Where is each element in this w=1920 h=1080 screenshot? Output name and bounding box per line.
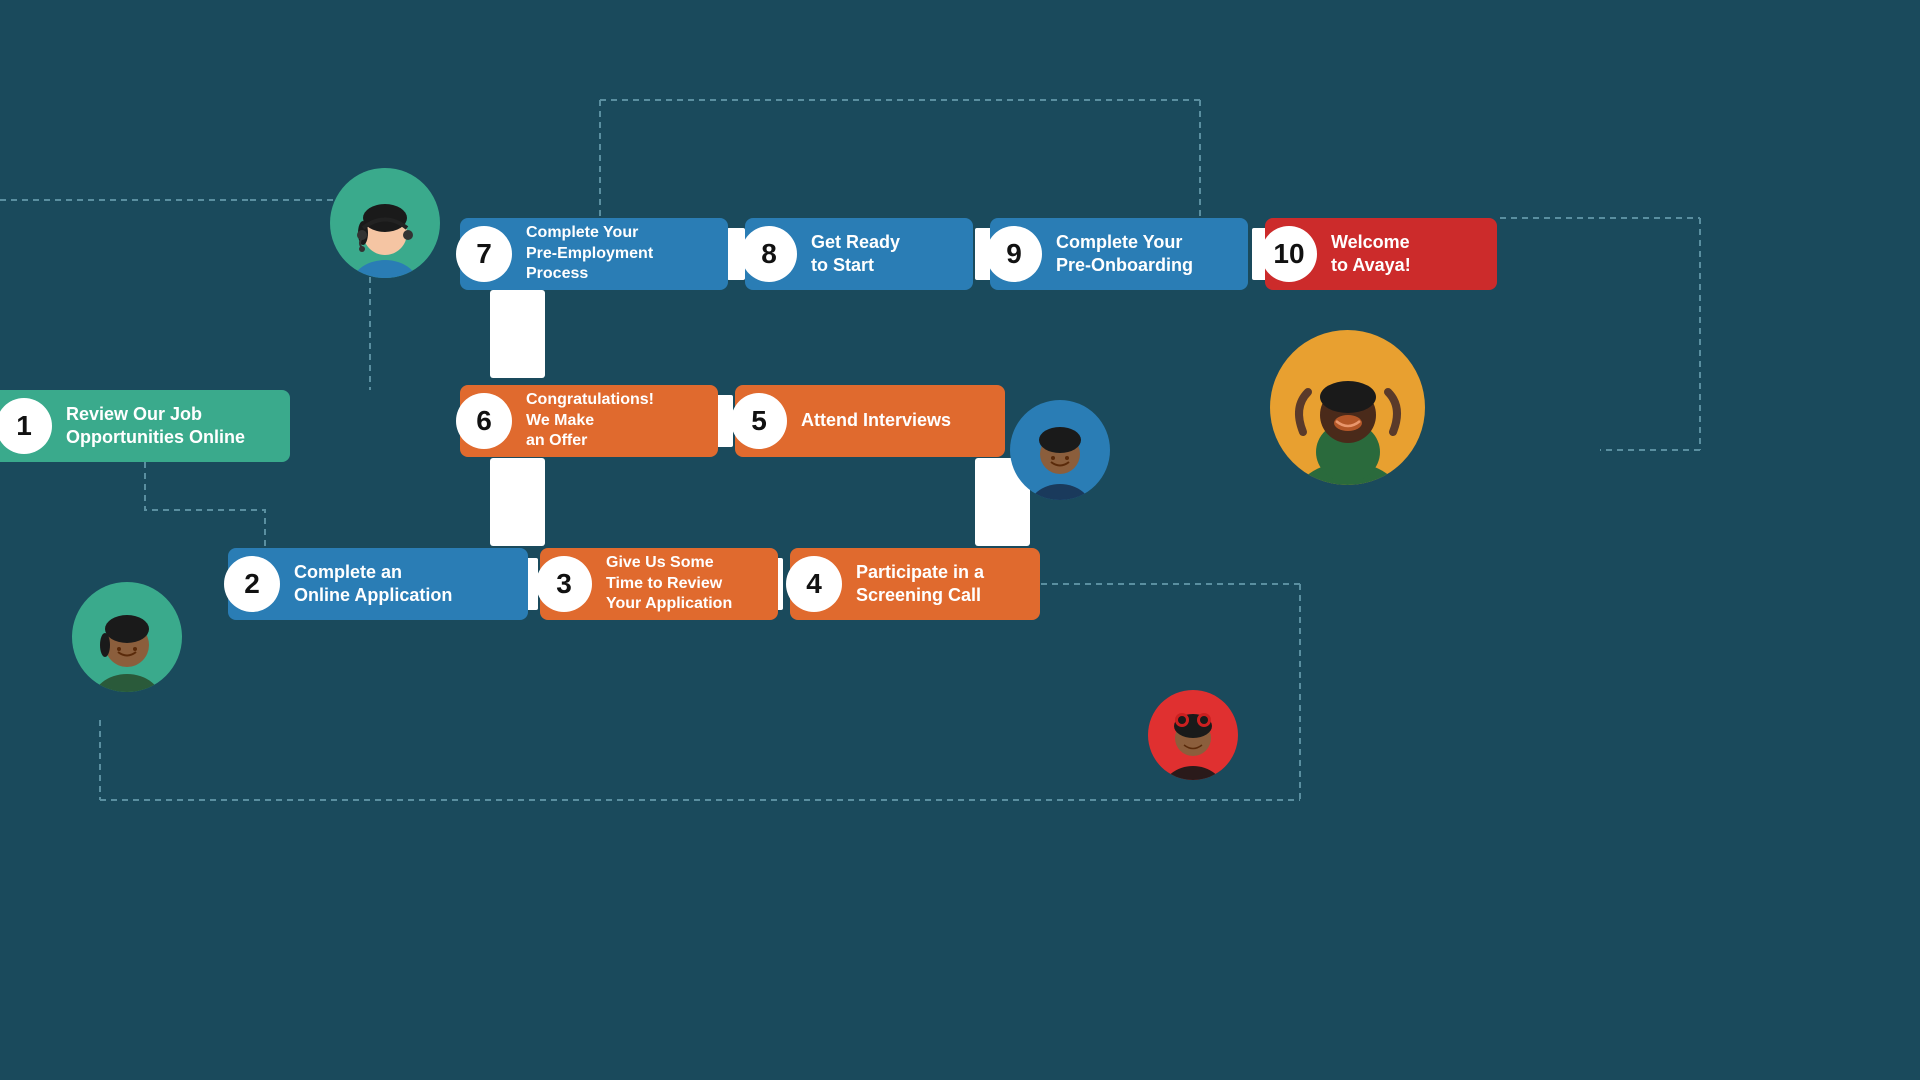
step-5-block: 5 Attend Interviews [735, 385, 1005, 457]
step-5-label: Attend Interviews [787, 409, 969, 432]
step-5-number: 5 [731, 393, 787, 449]
step-3-block: 3 Give Us Some Time to Review Your Appli… [540, 548, 778, 620]
avatar-celebrating [1270, 330, 1425, 485]
step-1-label: Review Our Job Opportunities Online [52, 403, 263, 450]
step-7-number: 7 [456, 226, 512, 282]
step-9-label: Complete Your Pre-Onboarding [1042, 231, 1211, 278]
avatar-headset [330, 168, 440, 278]
step-10-block: 10 Welcome to Avaya! [1265, 218, 1497, 290]
step-7-label: Complete Your Pre-Employment Process [512, 223, 671, 285]
step-3-label: Give Us Some Time to Review Your Applica… [592, 553, 750, 615]
step-10-label: Welcome to Avaya! [1317, 231, 1429, 278]
step-10-number: 10 [1261, 226, 1317, 282]
step-2-number: 2 [224, 556, 280, 612]
step-3-number: 3 [536, 556, 592, 612]
step-8-label: Get Ready to Start [797, 231, 918, 278]
step-4-label: Participate in a Screening Call [842, 561, 1002, 608]
step-6-label: Congratulations! We Make an Offer [512, 390, 672, 452]
step-7-block: 7 Complete Your Pre-Employment Process [460, 218, 728, 290]
step-2-label: Complete an Online Application [280, 561, 470, 608]
step-9-number: 9 [986, 226, 1042, 282]
step-8-number: 8 [741, 226, 797, 282]
step-1-block: 1 Review Our Job Opportunities Online [0, 390, 290, 462]
step-4-block: 4 Participate in a Screening Call [790, 548, 1040, 620]
step-1-number: 1 [0, 398, 52, 454]
avatar-red [1148, 690, 1238, 780]
step-9-block: 9 Complete Your Pre-Onboarding [990, 218, 1248, 290]
step-2-block: 2 Complete an Online Application [228, 548, 528, 620]
step-6-block: 6 Congratulations! We Make an Offer [460, 385, 718, 457]
step-4-number: 4 [786, 556, 842, 612]
step-8-block: 8 Get Ready to Start [745, 218, 973, 290]
step-6-number: 6 [456, 393, 512, 449]
avatar-smiling [72, 582, 182, 692]
avatar-blue [1010, 400, 1110, 500]
